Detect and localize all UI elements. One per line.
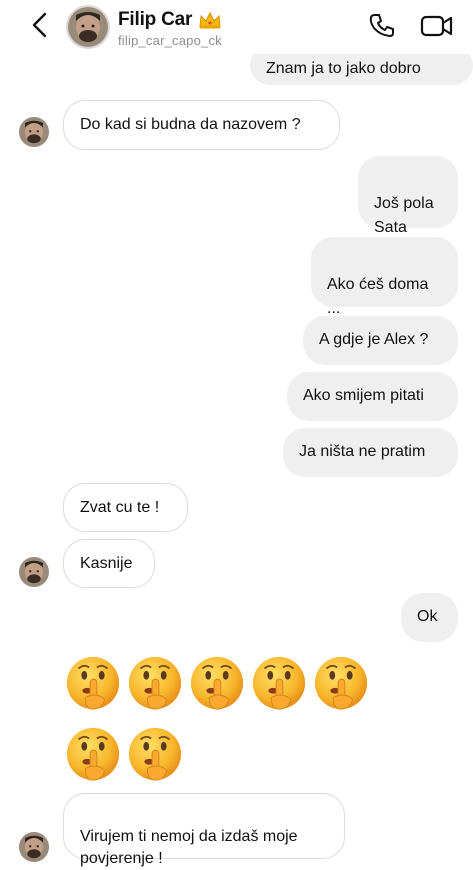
message-outgoing[interactable]: Ja ništa ne pratim [283,428,458,477]
message-text: Ako smijem pitati [303,387,424,404]
message-text: Ja ništa ne pratim [299,443,426,460]
message-outgoing[interactable]: A gdje je Alex ? [303,316,458,365]
shushing-face-emoji-icon[interactable] [188,654,246,712]
message-incoming[interactable]: Kasnije [63,539,155,588]
message-text: Do kad si budna da nazovem ? [80,116,301,133]
message-text: Ok [417,608,438,625]
avatar[interactable] [19,832,49,862]
message-incoming[interactable]: Virujem ti nemoj da izdaš moje povjerenj… [63,793,345,867]
video-camera-icon[interactable] [420,12,454,40]
shushing-face-emoji-icon[interactable] [312,654,370,712]
chat-header: Filip Car filip_car_capo_ck [0,0,473,54]
avatar[interactable] [19,117,49,147]
crown-emoji-icon [199,11,221,29]
message-outgoing[interactable]: Ok [401,593,458,642]
message-text: Ako ćeš doma ... [327,276,429,317]
message-text: Još pola Sata [374,195,434,236]
message-text: Virujem ti nemoj da izdaš moje povjerenj… [80,828,298,867]
message-outgoing[interactable]: Još pola Sata [358,156,458,236]
avatar[interactable] [66,5,110,49]
shushing-face-emoji-icon[interactable] [64,654,122,712]
shushing-face-emoji-icon[interactable] [250,654,308,712]
message-incoming[interactable]: Do kad si budna da nazovem ? [63,100,340,150]
message-text: Kasnije [80,555,133,572]
contact-name-text: Filip Car [118,9,193,30]
profile-photo [19,832,49,862]
shushing-face-emoji-icon[interactable] [64,725,122,783]
message-incoming[interactable]: Zvat cu te ! [63,483,188,532]
contact-name[interactable]: Filip Car [118,9,222,31]
contact-username: filip_car_capo_ck [118,33,222,48]
phone-icon[interactable] [368,12,396,40]
message-outgoing[interactable]: Ako ćeš doma ... [311,237,458,317]
message-text: A gdje je Alex ? [319,331,429,348]
message-text: Znam ja to jako dobro [266,60,421,77]
message-text: Zvat cu te ! [80,499,160,516]
shushing-face-emoji-icon[interactable] [126,725,184,783]
profile-photo [68,7,108,47]
profile-photo [19,117,49,147]
avatar[interactable] [19,557,49,587]
shushing-face-emoji-icon[interactable] [126,654,184,712]
message-outgoing[interactable]: Ako smijem pitati [287,372,458,421]
profile-photo [19,557,49,587]
chevron-left-icon[interactable] [28,10,52,40]
